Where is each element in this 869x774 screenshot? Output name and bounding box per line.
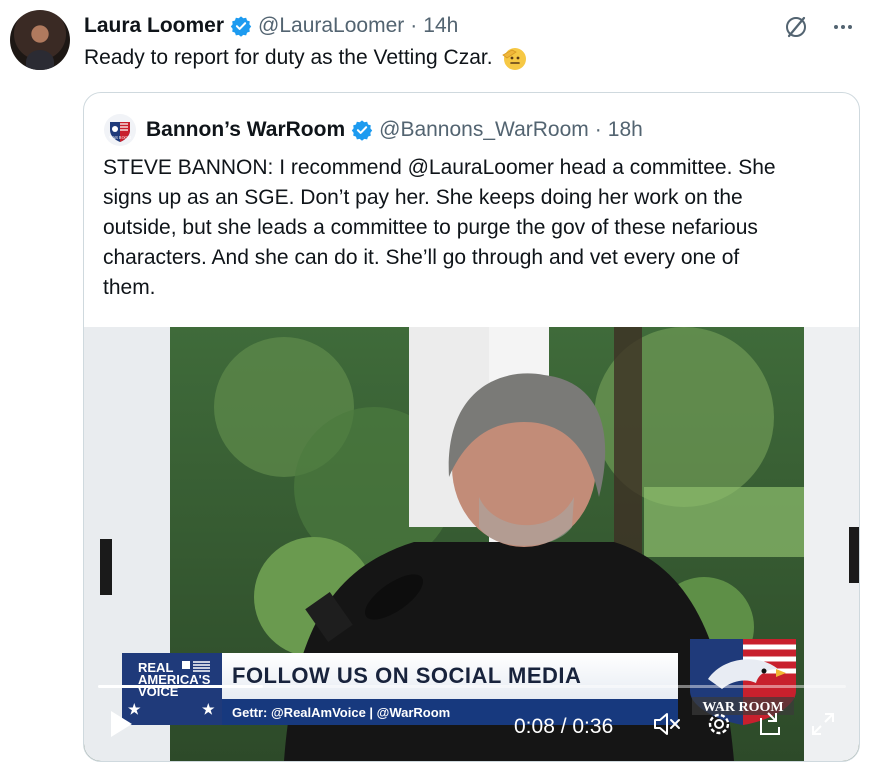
author-name[interactable]: Laura Loomer (84, 14, 224, 38)
post-text: Ready to report for duty as the Vetting … (84, 46, 493, 69)
author-handle[interactable]: @LauraLoomer (258, 14, 404, 38)
quoted-post-header: WAR ROOM Bannon’s WarRoom @Bannons_WarRo… (104, 114, 643, 146)
mute-icon[interactable] (652, 709, 682, 739)
post-time[interactable]: 14h (423, 14, 458, 38)
svg-text:WAR ROOM: WAR ROOM (109, 135, 131, 140)
flag-stripes-icon (182, 661, 210, 672)
settings-icon[interactable] (704, 709, 734, 739)
post-text-row: Ready to report for duty as the Vetting … (84, 44, 527, 72)
saluting-face-emoji-icon (501, 48, 526, 70)
avatar[interactable] (10, 10, 70, 70)
quoted-post[interactable]: WAR ROOM Bannon’s WarRoom @Bannons_WarRo… (83, 92, 860, 762)
more-icon[interactable] (831, 15, 855, 39)
pip-icon[interactable] (756, 709, 786, 739)
quoted-author-handle[interactable]: @Bannons_WarRoom (379, 118, 589, 142)
video-controls: 0:08 / 0:36 (84, 701, 859, 757)
post-header: Laura Loomer @LauraLoomer · 14h (84, 12, 458, 40)
quoted-post-time[interactable]: 18h (608, 118, 643, 142)
verified-badge-icon (230, 16, 252, 37)
video-time: 0:08 / 0:36 (514, 715, 614, 738)
video-progress-fill (98, 685, 263, 688)
play-icon[interactable] (108, 709, 134, 739)
separator-dot: · (410, 14, 418, 37)
video-progress-bar[interactable] (98, 685, 846, 688)
quoted-author-name[interactable]: Bannon’s WarRoom (146, 118, 345, 142)
warroom-logo-avatar[interactable]: WAR ROOM (104, 114, 136, 146)
grok-icon[interactable] (783, 14, 809, 40)
fullscreen-icon[interactable] (808, 709, 838, 739)
verified-badge-icon (351, 120, 373, 141)
separator-dot: · (594, 118, 602, 141)
video-player[interactable]: REAL AMERICA'S VOICE ★ ★ FOLLOW US ON SO… (84, 327, 859, 761)
lower-third-headline: FOLLOW US ON SOCIAL MEDIA (222, 653, 678, 699)
post-actions (783, 14, 855, 40)
quoted-post-text: STEVE BANNON: I recommend @LauraLoomer h… (103, 156, 776, 299)
